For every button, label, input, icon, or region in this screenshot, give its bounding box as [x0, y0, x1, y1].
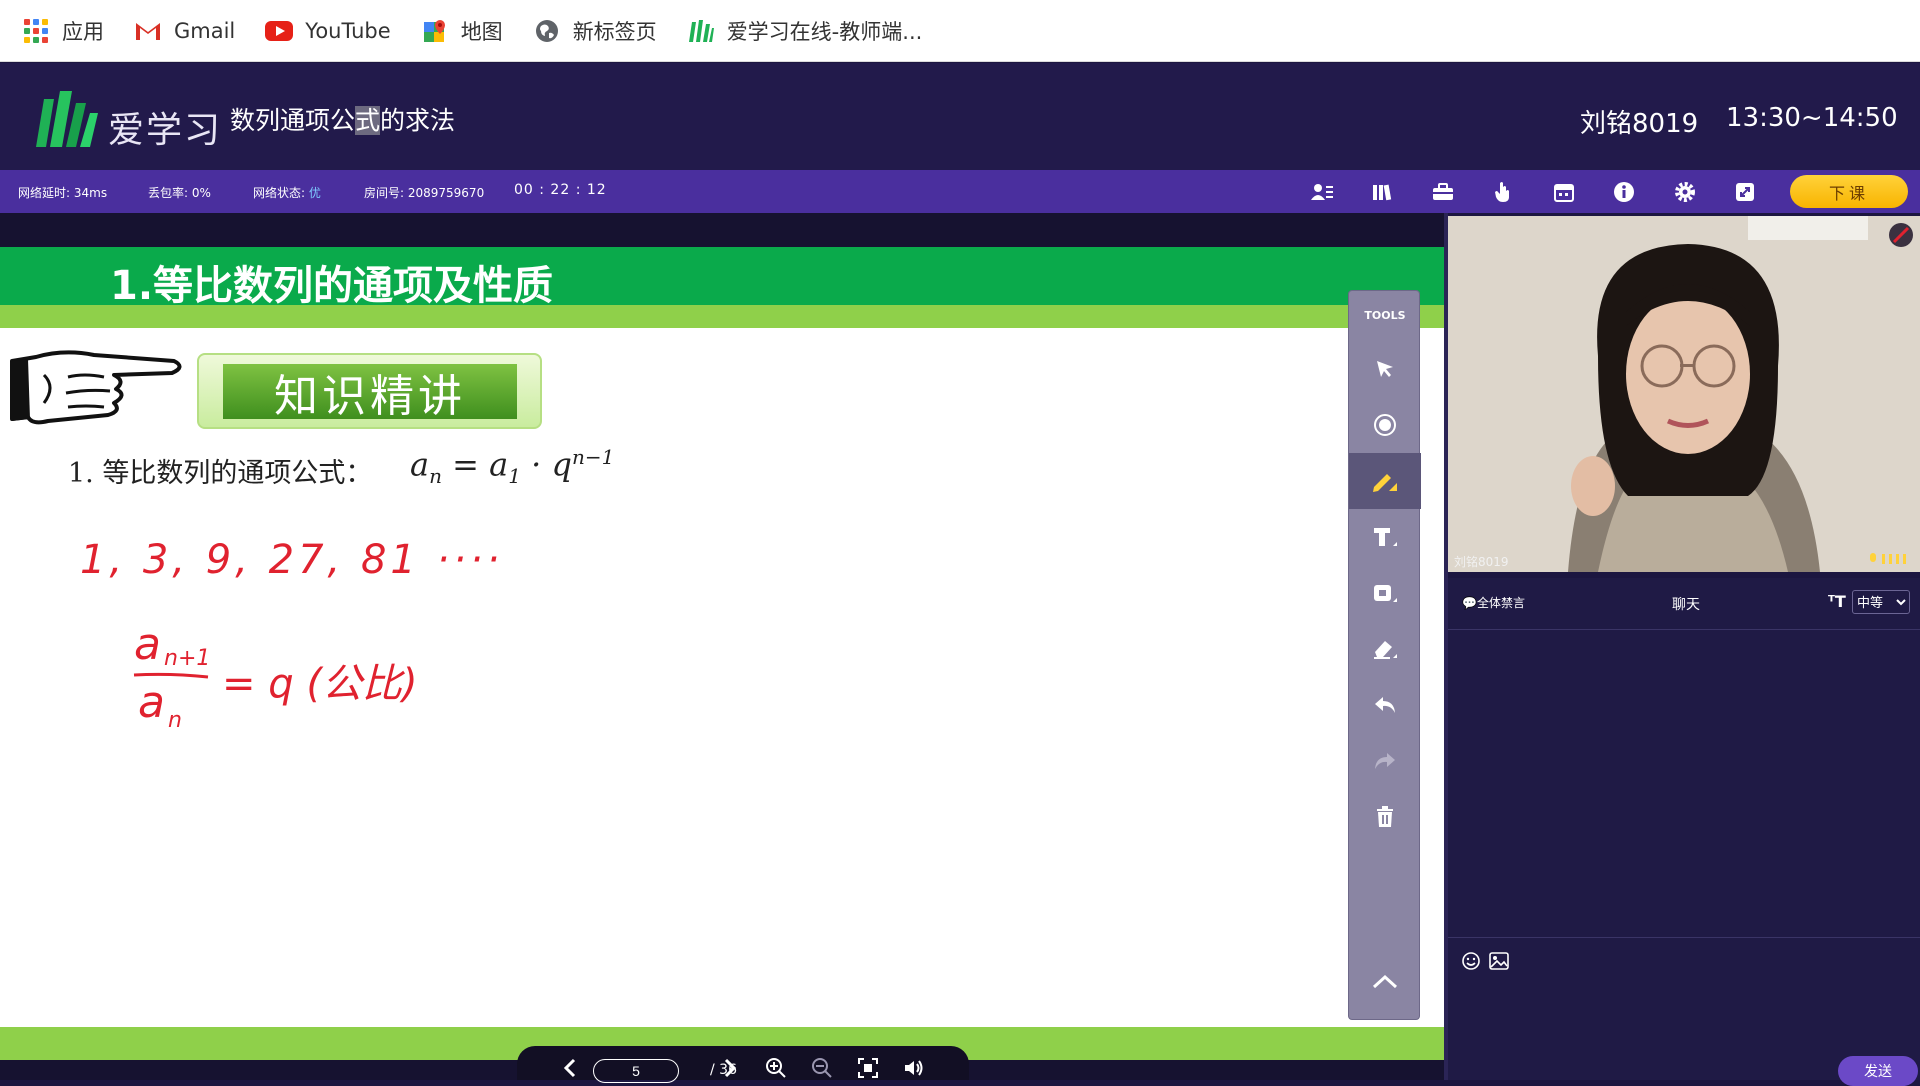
chat-header: 💬全体禁言 聊天 ᵀT 中等: [1448, 578, 1920, 630]
calendar-icon[interactable]: [1552, 180, 1576, 204]
maps-icon: [421, 17, 449, 45]
fullscreen-icon[interactable]: [1733, 180, 1757, 204]
zoom-out-icon[interactable]: [809, 1056, 835, 1080]
pen-icon[interactable]: [1349, 453, 1421, 509]
bookmark-new-tab[interactable]: 新标签页: [533, 16, 657, 46]
font-size-select[interactable]: 中等: [1852, 590, 1910, 614]
bookmark-label: 新标签页: [572, 19, 657, 44]
gear-icon[interactable]: [1673, 180, 1697, 204]
room-number: 房间号: 2089759670: [364, 186, 485, 200]
bookmark-gmail[interactable]: Gmail: [134, 17, 235, 45]
drawing-tools-panel: TOOLS: [1348, 290, 1421, 1020]
volume-icon[interactable]: [901, 1056, 927, 1080]
camera-off-icon[interactable]: [1888, 222, 1914, 248]
pointing-hand-icon: [10, 350, 182, 425]
bookmark-aixuexi[interactable]: 爱学习在线-教师端...: [687, 16, 923, 46]
eraser-icon[interactable]: [1349, 621, 1421, 677]
ratio-denominator: a: [138, 677, 165, 728]
next-page-icon[interactable]: [717, 1056, 743, 1080]
ratio-numerator: a: [134, 619, 161, 670]
font-size-icon: ᵀT: [1828, 592, 1846, 611]
class-timer: 00 : 22 : 12: [514, 182, 607, 198]
bookmark-label: 爱学习在线-教师端...: [726, 19, 923, 44]
page-navigator: / 36: [517, 1046, 969, 1083]
gmail-icon: [134, 17, 162, 45]
bookmark-apps[interactable]: 应用: [22, 16, 104, 46]
fit-screen-icon[interactable]: [855, 1056, 881, 1080]
end-class-button[interactable]: 下课: [1790, 175, 1908, 208]
teacher-video: [1448, 216, 1920, 572]
ratio-rhs: = q (公比): [222, 661, 418, 707]
bookmark-label: Gmail: [174, 18, 236, 43]
course-title: 数列通项公式的求法: [230, 106, 456, 135]
formula-caption: 1. 等比数列的通项公式：: [68, 458, 373, 489]
collapse-icon[interactable]: [1349, 953, 1421, 1009]
ratio-denominator-subscript: n: [168, 708, 182, 733]
bookmark-maps[interactable]: 地图: [421, 16, 503, 46]
emoji-icon[interactable]: [1460, 950, 1482, 972]
bookmark-youtube[interactable]: YouTube: [265, 17, 391, 45]
teacher-name: 刘铭8019: [1580, 109, 1699, 139]
bookmark-label: 应用: [62, 19, 104, 44]
prev-page-icon[interactable]: [557, 1056, 583, 1080]
send-button[interactable]: 发送: [1838, 1056, 1918, 1086]
undo-icon[interactable]: [1349, 677, 1421, 733]
library-icon[interactable]: [1370, 180, 1394, 204]
network-latency: 网络延时: 34ms: [18, 186, 108, 200]
video-teacher-label: 刘铭8019: [1454, 555, 1509, 569]
youtube-icon: [265, 17, 294, 45]
handwritten-sequence: 1, 3, 9, 27, 81 ····: [80, 537, 504, 583]
handwritten-ratio: a n+1 a n = q (公比): [133, 619, 418, 733]
image-icon[interactable]: [1488, 950, 1510, 972]
class-time-range: 13:30~14:50: [1726, 103, 1898, 133]
network-status: 网络状态: 优: [253, 186, 321, 200]
mute-all-toggle[interactable]: 💬全体禁言: [1462, 594, 1525, 611]
courseware-slide[interactable]: 1.等比数列的通项及性质 知识精讲 1. 等比数列的通项公式： an = a1 …: [0, 247, 1444, 1060]
aixuexi-icon: [687, 17, 715, 45]
bookmarks-bar: 应用 Gmail YouTube 地图 新标签页 爱学习在线-教师端...: [0, 0, 1920, 62]
chat-message-list[interactable]: [1448, 630, 1920, 938]
classroom-header: 爱学习 数列通项公式的求法 刘铭8019 13:30~14:50: [0, 63, 1920, 170]
globe-icon: [533, 17, 561, 45]
bookmark-label: 地图: [460, 19, 503, 44]
trash-icon[interactable]: [1349, 789, 1421, 845]
chat-bubble-icon: 💬: [1462, 596, 1477, 610]
slide-heading: 1.等比数列的通项及性质: [110, 263, 554, 309]
user-list-icon[interactable]: [1310, 180, 1334, 204]
knowledge-badge: 知识精讲: [197, 353, 542, 429]
chat-title: 聊天: [1672, 597, 1700, 613]
hand-raise-icon[interactable]: [1491, 180, 1515, 204]
zoom-in-icon[interactable]: [763, 1056, 789, 1080]
general-term-formula: an = a1 · qn−1: [410, 445, 615, 489]
ratio-numerator-subscript: n+1: [164, 646, 210, 671]
knowledge-badge-label: 知识精讲: [274, 370, 466, 422]
apps-grid-icon: [22, 17, 50, 45]
status-bar: 网络延时: 34ms 丢包率: 0% 网络状态: 优 房间号: 20897596…: [0, 170, 1920, 213]
redo-icon[interactable]: [1349, 733, 1421, 789]
info-icon[interactable]: [1612, 180, 1636, 204]
toolbox-icon[interactable]: [1431, 180, 1455, 204]
packet-loss: 丢包率: 0%: [148, 186, 211, 200]
cursor-icon[interactable]: [1349, 341, 1421, 397]
aixuexi-logo-icon: [36, 91, 98, 147]
bookmark-label: YouTube: [305, 18, 391, 43]
microphone-level-icon: [1870, 553, 1906, 564]
text-icon[interactable]: [1349, 509, 1421, 565]
tools-label: TOOLS: [1364, 309, 1406, 322]
logo-text: 爱学习: [108, 110, 223, 151]
chat-input-area[interactable]: 发送: [1448, 938, 1920, 1086]
shape-icon[interactable]: [1349, 565, 1421, 621]
laser-pointer-icon[interactable]: [1349, 397, 1421, 453]
